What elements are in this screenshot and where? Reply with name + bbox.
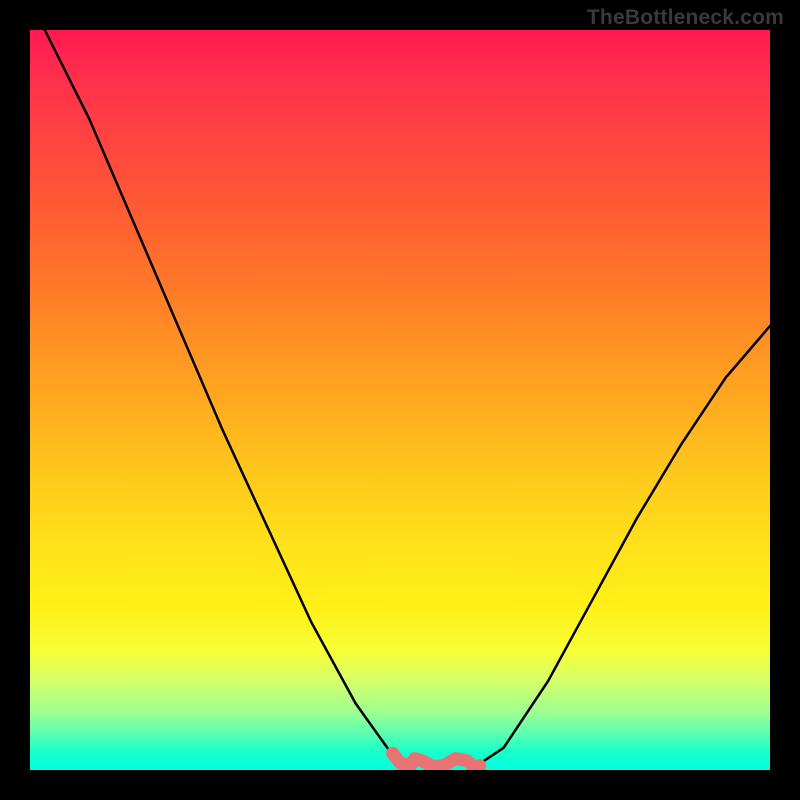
- plot-area: [30, 30, 770, 770]
- curve-layer: [30, 30, 770, 770]
- watermark: TheBottleneck.com: [587, 6, 784, 30]
- bottleneck-curve: [45, 30, 770, 763]
- highlight-segment: [393, 753, 480, 766]
- chart-frame: TheBottleneck.com: [0, 0, 800, 800]
